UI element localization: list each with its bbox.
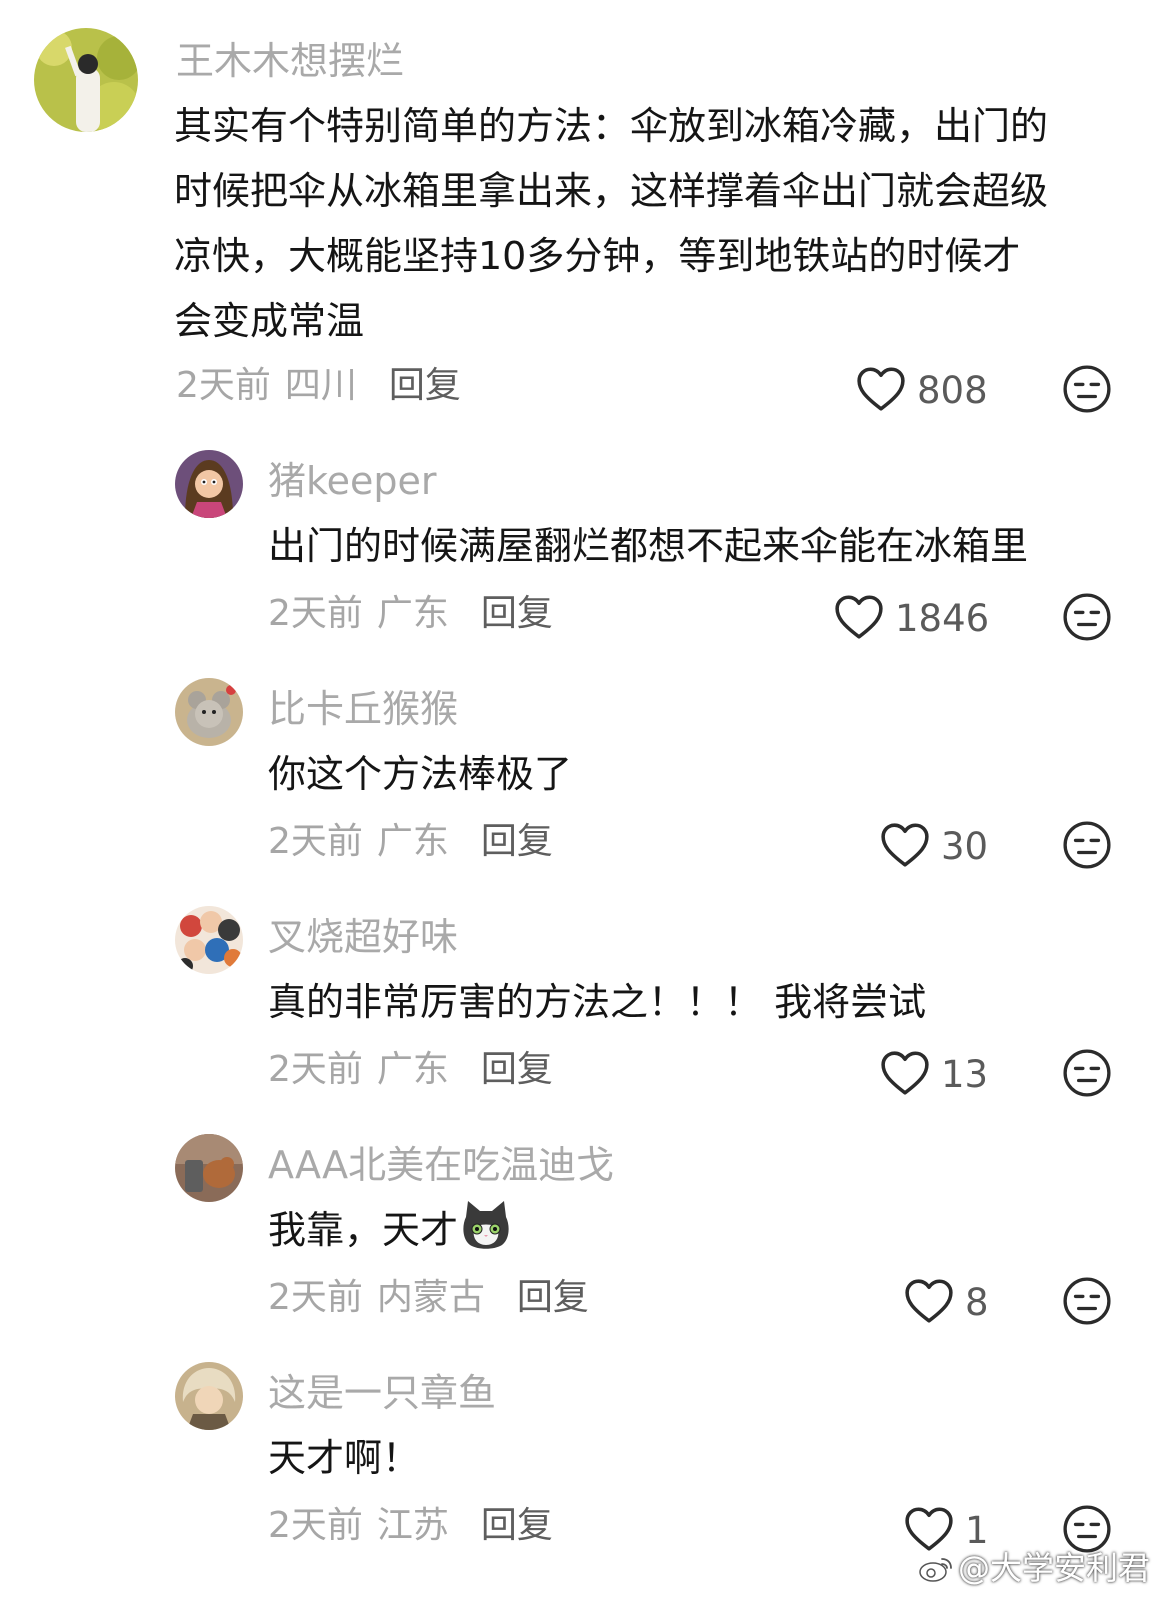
comment-username[interactable]: AAA北美在吃温迪戈 [268, 1146, 614, 1184]
reply-button[interactable]: 回复 [481, 821, 553, 862]
comment-time: 2天前 [268, 593, 363, 634]
avatar[interactable] [34, 28, 138, 132]
heart-outline-icon[interactable] [880, 1050, 930, 1096]
comment-username[interactable]: 比卡丘猴猴 [268, 690, 458, 728]
avatar-image [175, 1134, 243, 1202]
comment-username[interactable]: 叉烧超好味 [268, 918, 458, 956]
reply-button[interactable]: 回复 [481, 1049, 553, 1090]
watermark: @大学安利君 [918, 1552, 1150, 1584]
comment-text: 真的非常厉害的方法之！！！ 我将尝试 [268, 970, 926, 1035]
comment-meta: 2天前 四川 回复 [176, 368, 461, 404]
comment-location: 广东 [376, 821, 449, 862]
comment-text-line: 你这个方法棒极了 [268, 752, 573, 796]
meh-face-icon[interactable] [1062, 592, 1112, 642]
comment-location: 广东 [376, 593, 449, 634]
comment-time: 2天前 [176, 365, 271, 406]
comment-text-line: 我靠，天才 [268, 1208, 459, 1252]
comment-meta: 2天前 江苏 回复 [268, 1508, 553, 1544]
avatar[interactable] [175, 906, 243, 974]
comment-username[interactable]: 猪keeper [268, 462, 437, 500]
comment-text: 我靠，天才 [268, 1198, 512, 1263]
comment-text: 天才啊！ [268, 1426, 420, 1491]
heart-outline-icon[interactable] [856, 366, 906, 412]
watermark-text: @大学安利君 [957, 1549, 1150, 1587]
heart-outline-icon[interactable] [834, 594, 884, 640]
comment-location: 江苏 [376, 1505, 449, 1546]
comment-text-line: 其实有个特别简单的方法：伞放到冰箱冷藏，出门的 [174, 104, 1049, 148]
like-count: 8 [965, 1281, 989, 1324]
comment-username[interactable]: 王木木想摆烂 [176, 42, 404, 80]
meh-face-icon[interactable] [1062, 364, 1112, 414]
comment-text-line: 真的非常厉害的方法之！！！ 我将尝试 [268, 980, 927, 1024]
avatar[interactable] [175, 1362, 243, 1430]
heart-outline-icon[interactable] [904, 1278, 954, 1324]
reply-button[interactable]: 回复 [481, 1505, 553, 1546]
avatar-image [34, 28, 138, 132]
comment-location: 广东 [376, 1049, 449, 1090]
like-count: 13 [941, 1053, 989, 1096]
reply-button[interactable]: 回复 [517, 1277, 589, 1318]
reply-button[interactable]: 回复 [389, 365, 461, 406]
comment-text-line: 时候把伞从冰箱里拿出来，这样撑着伞出门就会超级 [174, 169, 1049, 213]
comment-location: 四川 [284, 365, 357, 406]
meh-face-icon[interactable] [1062, 1048, 1112, 1098]
comment-meta: 2天前 广东 回复 [268, 596, 553, 632]
comment-location: 内蒙古 [376, 1277, 485, 1318]
comment-text: 你这个方法棒极了 [268, 742, 572, 807]
weibo-logo-icon [919, 1558, 952, 1582]
avatar-image [175, 1362, 243, 1430]
avatar[interactable] [175, 1134, 243, 1202]
cat-face-emoji-icon [463, 1201, 509, 1249]
meh-face-icon[interactable] [1062, 1276, 1112, 1326]
comment-text-line: 凉快，大概能坚持10多分钟，等到地铁站的时候才 [174, 234, 1021, 278]
avatar-image [175, 678, 243, 746]
meh-face-icon[interactable] [1062, 820, 1112, 870]
like-count: 1846 [895, 597, 990, 640]
comment-meta: 2天前 内蒙古 回复 [268, 1280, 589, 1316]
avatar[interactable] [175, 678, 243, 746]
comment-username[interactable]: 这是一只章鱼 [268, 1374, 496, 1412]
comment-time: 2天前 [268, 1505, 363, 1546]
meh-face-icon[interactable] [1062, 1504, 1112, 1554]
comment-time: 2天前 [268, 1049, 363, 1090]
avatar-image [175, 906, 243, 974]
like-count: 808 [917, 369, 988, 412]
heart-outline-icon[interactable] [904, 1506, 954, 1552]
reply-button[interactable]: 回复 [481, 593, 553, 634]
comment-text: 出门的时候满屋翻烂都想不起来伞能在冰箱里 [268, 514, 1028, 579]
like-count: 30 [941, 825, 989, 868]
comment-meta: 2天前 广东 回复 [268, 824, 553, 860]
avatar-image [175, 450, 243, 518]
comment-text: 其实有个特别简单的方法：伞放到冰箱冷藏，出门的 时候把伞从冰箱里拿出来，这样撑着… [174, 94, 1048, 354]
comment-time: 2天前 [268, 1277, 363, 1318]
avatar[interactable] [175, 450, 243, 518]
comment-text-line: 会变成常温 [174, 299, 365, 343]
comment-meta: 2天前 广东 回复 [268, 1052, 553, 1088]
heart-outline-icon[interactable] [880, 822, 930, 868]
like-count: 1 [965, 1509, 989, 1552]
comment-text-line: 天才啊！ [268, 1436, 421, 1480]
comment-time: 2天前 [268, 821, 363, 862]
comment-text-line: 出门的时候满屋翻烂都想不起来伞能在冰箱里 [268, 524, 1029, 568]
